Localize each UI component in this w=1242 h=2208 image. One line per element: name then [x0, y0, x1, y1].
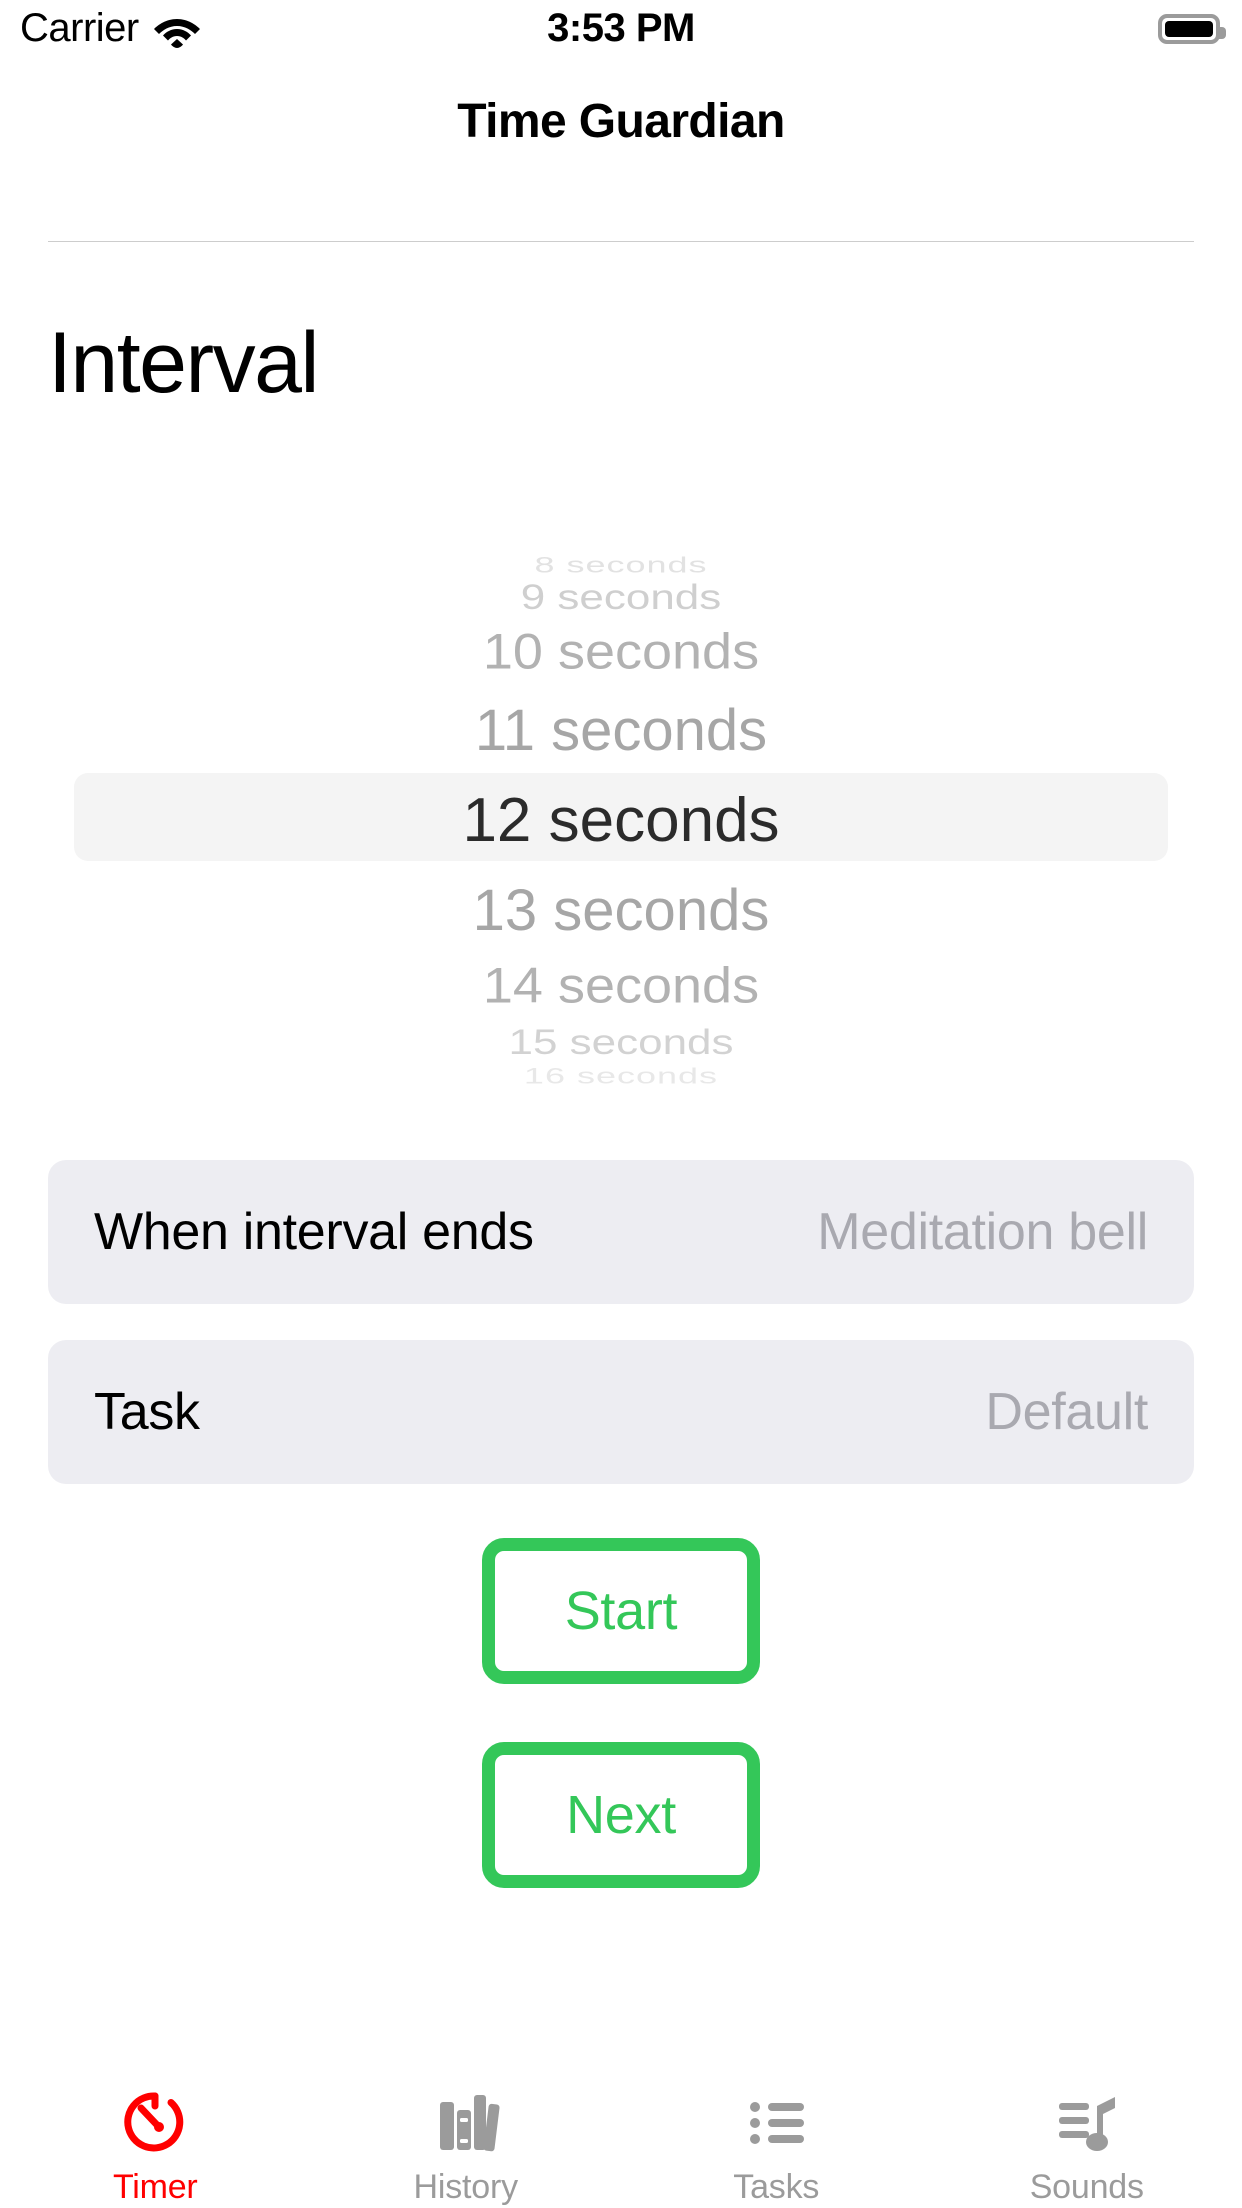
start-button[interactable]: Start [482, 1538, 760, 1684]
picker-option[interactable]: 14 seconds [0, 957, 1242, 1014]
navigation-bar: Time Guardian [0, 62, 1242, 242]
tab-timer[interactable]: Timer [0, 2058, 311, 2208]
page-title: Interval [48, 315, 320, 411]
books-icon [418, 2082, 514, 2162]
app-screen: Carrier 3:53 PM Time Guardian Interval 8… [0, 0, 1242, 2208]
picker-option[interactable]: 16 seconds [0, 1063, 1242, 1089]
settings-list: When interval ends Meditation bell Task … [48, 1160, 1194, 1520]
setting-row-when-interval-ends[interactable]: When interval ends Meditation bell [48, 1160, 1194, 1304]
picker-option[interactable]: 9 seconds [0, 578, 1242, 618]
nav-divider [48, 241, 1194, 242]
tab-tasks[interactable]: Tasks [621, 2058, 932, 2208]
next-button[interactable]: Next [482, 1742, 760, 1888]
music-note-icon [1039, 2082, 1135, 2162]
setting-value: Meditation bell [817, 1203, 1148, 1261]
battery-full-icon [1158, 14, 1226, 44]
action-buttons: Start Next [0, 1538, 1242, 1888]
status-bar-clock: 3:53 PM [547, 6, 695, 50]
setting-label: When interval ends [94, 1203, 534, 1261]
tab-label: History [413, 2168, 519, 2206]
setting-label: Task [94, 1383, 200, 1441]
tab-history[interactable]: History [311, 2058, 622, 2208]
list-icon [728, 2082, 824, 2162]
status-bar: Carrier 3:53 PM [0, 0, 1242, 60]
tab-sounds[interactable]: Sounds [932, 2058, 1242, 2208]
tab-label: Tasks [733, 2168, 820, 2206]
tab-label: Timer [112, 2168, 198, 2206]
setting-row-task[interactable]: Task Default [48, 1340, 1194, 1484]
interval-picker[interactable]: 8 seconds 9 seconds 10 seconds 11 second… [0, 515, 1242, 1095]
picker-option[interactable]: 13 seconds [0, 877, 1242, 944]
picker-option-selected[interactable]: 12 seconds [0, 785, 1242, 856]
app-title: Time Guardian [457, 95, 785, 148]
picker-option[interactable]: 11 seconds [0, 697, 1242, 764]
picker-option[interactable]: 8 seconds [0, 552, 1242, 578]
tab-label: Sounds [1029, 2168, 1144, 2206]
picker-option[interactable]: 10 seconds [0, 623, 1242, 680]
tab-bar: Timer History Tasks Sounds [0, 2058, 1242, 2208]
stopwatch-icon [107, 2082, 203, 2162]
setting-value: Default [985, 1383, 1148, 1441]
picker-option[interactable]: 15 seconds [0, 1023, 1242, 1063]
